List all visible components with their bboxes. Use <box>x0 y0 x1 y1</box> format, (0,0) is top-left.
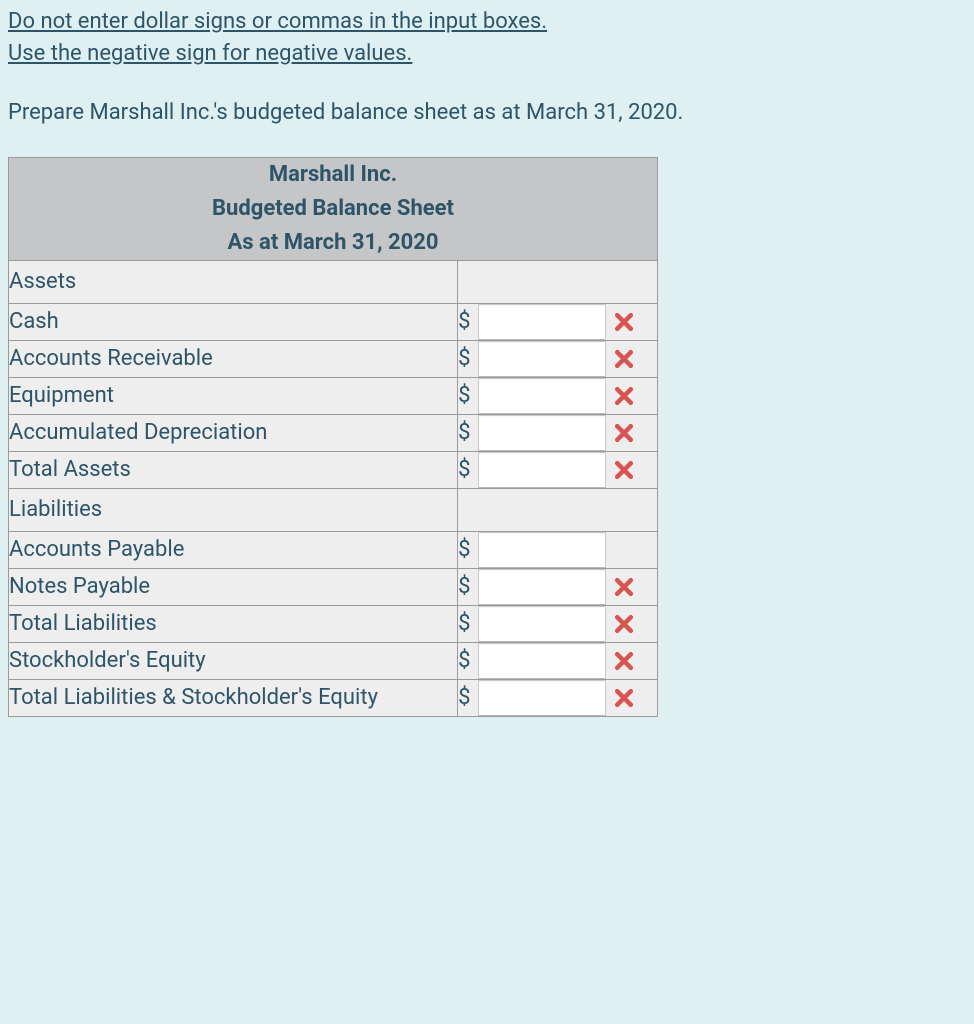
incorrect-icon <box>615 424 633 442</box>
incorrect-icon <box>615 387 633 405</box>
currency-symbol: $ <box>458 687 470 709</box>
section-row-assets: Assets <box>9 260 658 303</box>
input-accounts-payable[interactable] <box>478 532 606 568</box>
incorrect-icon <box>615 689 633 707</box>
input-accumulated-depreciation[interactable] <box>478 415 606 451</box>
incorrect-icon <box>615 461 633 479</box>
currency-symbol: $ <box>458 650 470 672</box>
section-heading-liabilities: Liabilities <box>9 488 458 531</box>
incorrect-icon <box>615 652 633 670</box>
section-row-liabilities: Liabilities <box>9 488 658 531</box>
label-cash: Cash <box>9 303 458 340</box>
row-accounts-payable: Accounts Payable $ <box>9 531 658 568</box>
label-notes-payable: Notes Payable <box>9 568 458 605</box>
company-name: Marshall Inc. <box>9 158 657 192</box>
row-accumulated-depreciation: Accumulated Depreciation $ <box>9 414 658 451</box>
row-equipment: Equipment $ <box>9 377 658 414</box>
label-total-assets: Total Assets <box>9 451 458 488</box>
row-total-assets: Total Assets $ <box>9 451 658 488</box>
input-stockholders-equity[interactable] <box>478 643 606 679</box>
input-accounts-receivable[interactable] <box>478 341 606 377</box>
input-equipment[interactable] <box>478 378 606 414</box>
currency-symbol: $ <box>458 422 470 444</box>
currency-symbol: $ <box>458 385 470 407</box>
row-total-liabilities-equity: Total Liabilities & Stockholder's Equity… <box>9 679 658 716</box>
instructions-block: Do not enter dollar signs or commas in t… <box>8 6 966 70</box>
currency-symbol: $ <box>458 348 470 370</box>
incorrect-icon <box>615 578 633 596</box>
incorrect-icon <box>615 313 633 331</box>
prompt-text: Prepare Marshall Inc.'s budgeted balance… <box>8 98 966 129</box>
input-total-liabilities-equity[interactable] <box>478 680 606 716</box>
input-notes-payable[interactable] <box>478 569 606 605</box>
label-total-liabilities: Total Liabilities <box>9 605 458 642</box>
empty-cell <box>458 488 658 531</box>
row-accounts-receivable: Accounts Receivable $ <box>9 340 658 377</box>
instruction-line-1: Do not enter dollar signs or commas in t… <box>8 9 547 34</box>
currency-symbol: $ <box>458 539 470 561</box>
currency-symbol: $ <box>458 576 470 598</box>
input-total-liabilities[interactable] <box>478 606 606 642</box>
report-name: Budgeted Balance Sheet <box>9 192 657 226</box>
input-total-assets[interactable] <box>478 452 606 488</box>
as-at-date: As at March 31, 2020 <box>9 226 657 260</box>
input-cash[interactable] <box>478 304 606 340</box>
row-notes-payable: Notes Payable $ <box>9 568 658 605</box>
table-title-cell: Marshall Inc. Budgeted Balance Sheet As … <box>9 157 658 260</box>
label-accounts-payable: Accounts Payable <box>9 531 458 568</box>
label-total-liabilities-equity: Total Liabilities & Stockholder's Equity <box>9 679 458 716</box>
currency-symbol: $ <box>458 613 470 635</box>
balance-sheet-table: Marshall Inc. Budgeted Balance Sheet As … <box>8 157 658 717</box>
label-accounts-receivable: Accounts Receivable <box>9 340 458 377</box>
incorrect-icon <box>615 350 633 368</box>
row-cash: Cash $ <box>9 303 658 340</box>
label-accumulated-depreciation: Accumulated Depreciation <box>9 414 458 451</box>
currency-symbol: $ <box>458 311 470 333</box>
instruction-line-2: Use the negative sign for negative value… <box>8 41 412 66</box>
incorrect-icon <box>615 615 633 633</box>
row-stockholders-equity: Stockholder's Equity $ <box>9 642 658 679</box>
section-heading-assets: Assets <box>9 260 458 303</box>
label-equipment: Equipment <box>9 377 458 414</box>
label-stockholders-equity: Stockholder's Equity <box>9 642 458 679</box>
empty-cell <box>458 260 658 303</box>
currency-symbol: $ <box>458 459 470 481</box>
row-total-liabilities: Total Liabilities $ <box>9 605 658 642</box>
